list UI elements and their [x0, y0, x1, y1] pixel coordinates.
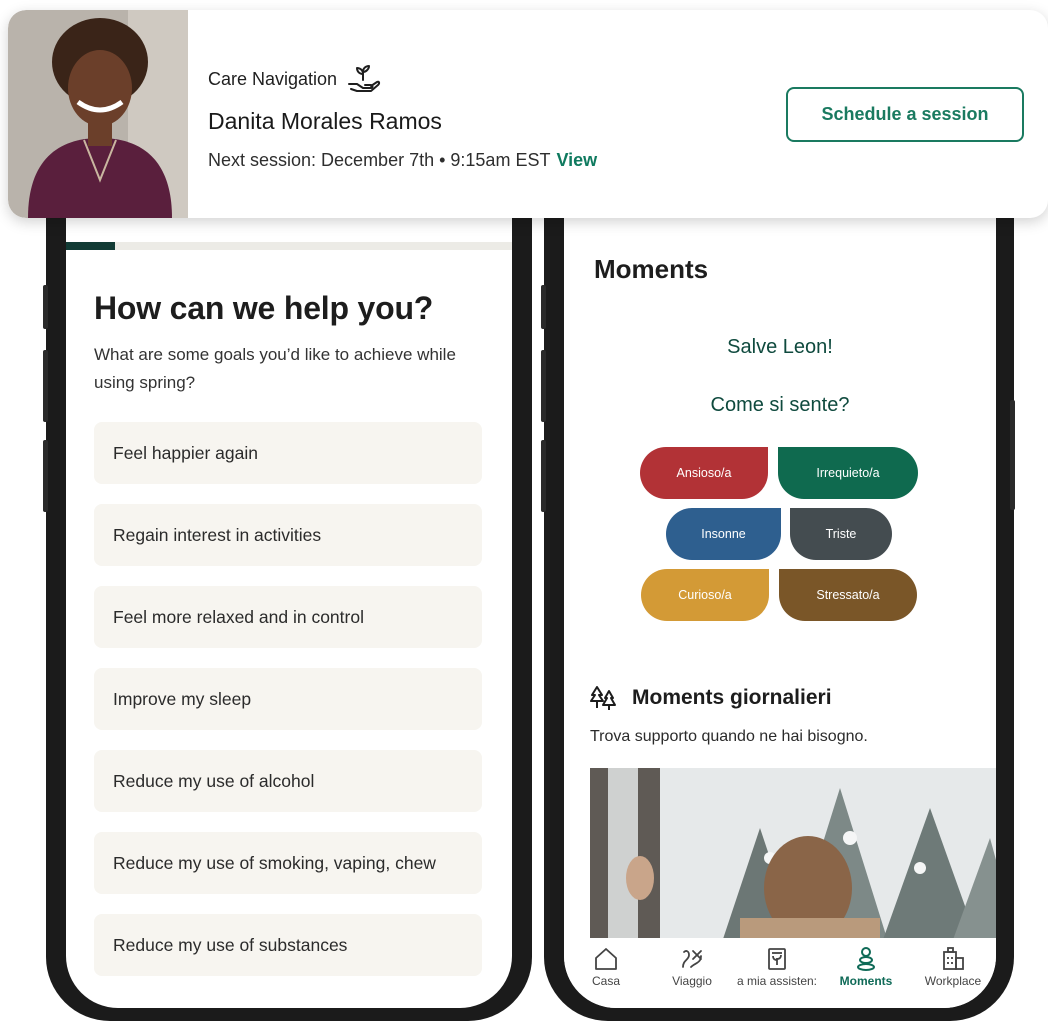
mood-restless-button[interactable]: Irrequieto/a [778, 447, 918, 499]
greeting-text: Salve Leon! [727, 336, 833, 358]
mood-anxious-button[interactable]: Ansioso/a [640, 447, 768, 499]
page-subtitle: What are some goals you’d like to achiev… [94, 345, 456, 392]
goal-option-label: Reduce my use of smoking, vaping, chew [113, 852, 436, 873]
goal-option-label: Improve my sleep [113, 688, 252, 709]
building-icon [943, 947, 964, 970]
tab-label: Viaggio [672, 974, 712, 988]
moments-screen: Moments Salve Leon! Come si sente? Ansio… [564, 150, 996, 1008]
phone-left: How can we help you? What are some goals… [43, 150, 532, 1021]
phone-side-button [43, 440, 48, 512]
bottom-tab-bar: Casa Viaggio a mia assisten: Moments Wor… [564, 938, 996, 1008]
mood-label: Stressato/a [816, 588, 880, 602]
goal-option-label: Reduce my use of alcohol [113, 770, 315, 791]
progress-bar-fill [66, 242, 116, 250]
care-doc-icon [768, 948, 786, 970]
phone-side-button [541, 285, 546, 329]
tab-label: Casa [591, 974, 620, 988]
goal-option[interactable]: Reduce my use of alcohol [94, 750, 482, 812]
moments-icon [857, 947, 875, 971]
schedule-session-button[interactable]: Schedule a session [786, 87, 1024, 142]
tab-care[interactable]: a mia assisten: [734, 946, 820, 988]
home-icon [595, 948, 617, 970]
tab-label: a mia assisten: [736, 974, 818, 988]
phone-side-button [43, 285, 48, 329]
mood-sleepless-button[interactable]: Insonne [666, 508, 781, 560]
tab-workplace[interactable]: Workplace [910, 946, 996, 988]
tab-moments[interactable]: Moments [823, 946, 909, 988]
goal-option[interactable]: Regain interest in activities [94, 504, 482, 566]
page-title: Moments [594, 254, 709, 284]
mood-sad-button[interactable]: Triste [790, 508, 892, 560]
goal-option-label: Feel happier again [113, 442, 258, 463]
tab-viaggio[interactable]: Viaggio [649, 946, 735, 988]
mood-label: Curioso/a [678, 588, 732, 602]
phone-side-button [541, 350, 546, 422]
next-session-row: Next session: December 7th • 9:15am EST V… [208, 150, 597, 171]
tab-casa[interactable]: Casa [564, 946, 649, 988]
phone-side-button [43, 350, 48, 422]
avatar [8, 10, 188, 218]
provider-name: Danita Morales Ramos [208, 108, 442, 134]
progress-bar [66, 242, 512, 250]
goal-option[interactable]: Feel more relaxed and in control [94, 586, 482, 648]
mood-label: Insonne [701, 527, 746, 541]
tab-label: Workplace [924, 974, 982, 988]
mood-question: Come si sente? [710, 394, 850, 416]
care-label-row: Care Navigation [208, 64, 381, 94]
goal-option[interactable]: Reduce my use of smoking, vaping, chew [94, 832, 482, 894]
seedling-hand-icon [348, 65, 381, 92]
moment-photo[interactable] [590, 768, 996, 948]
phone-power-button [1010, 400, 1015, 510]
goal-option[interactable]: Feel happier again [94, 422, 482, 484]
goal-option-label: Reduce my use of substances [113, 934, 348, 955]
page-title: How can we help you? [94, 290, 434, 326]
next-session-text: Next session: December 7th • 9:15am EST [208, 150, 551, 170]
mood-curious-button[interactable]: Curioso/a [641, 569, 769, 621]
goal-option[interactable]: Improve my sleep [94, 668, 482, 730]
view-session-link[interactable]: View [556, 150, 597, 170]
care-navigation-label: Care Navigation [208, 68, 338, 89]
daily-moments-title: Moments giornalieri [632, 686, 832, 709]
mood-stressed-button[interactable]: Stressato/a [779, 569, 917, 621]
mood-label: Ansioso/a [676, 466, 732, 480]
goal-option-label: Regain interest in activities [113, 524, 322, 545]
trees-icon [590, 686, 616, 710]
goal-option-label: Feel more relaxed and in control [113, 606, 364, 627]
mood-label: Irrequieto/a [816, 466, 880, 480]
phone-right: Moments Salve Leon! Come si sente? Ansio… [541, 150, 1015, 1021]
questionnaire-screen: How can we help you? What are some goals… [66, 150, 512, 1008]
goal-option[interactable]: Reduce my use of substances [94, 914, 482, 976]
journey-icon [682, 950, 702, 968]
daily-moments-header: Moments giornalieri [590, 685, 832, 711]
mood-label: Triste [825, 527, 857, 541]
tab-label: Moments [839, 974, 893, 988]
care-navigation-card: Care Navigation Danita Morales Ramos Nex… [8, 10, 1048, 218]
phone-side-button [541, 440, 546, 512]
daily-moments-subtitle: Trova supporto quando ne hai bisogno. [590, 728, 868, 745]
